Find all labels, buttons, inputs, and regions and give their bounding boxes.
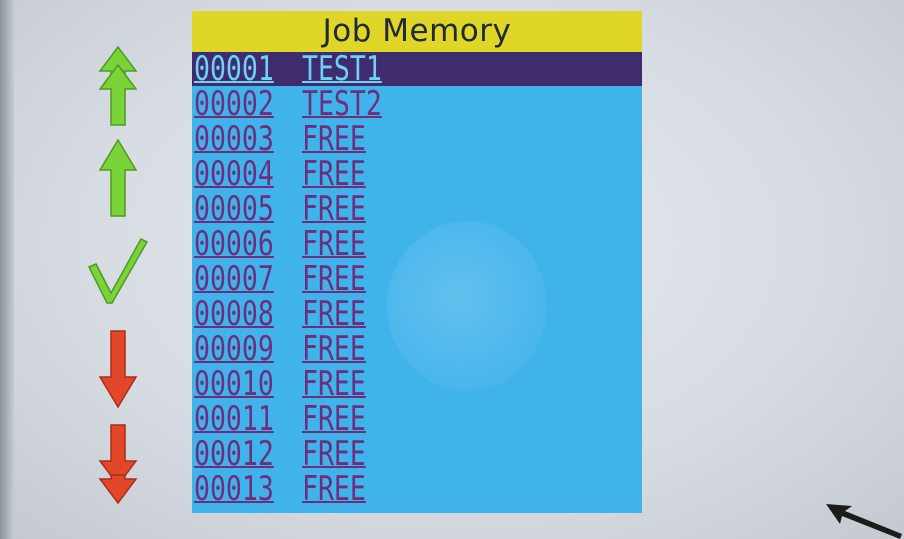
job-number: 00005 — [194, 189, 274, 229]
job-name: FREE — [302, 224, 366, 264]
job-list: 00001 TEST1 00002 TEST2 00003 FREE 00004 FREE 00… — [192, 52, 642, 506]
job-number: 00013 — [194, 469, 274, 509]
job-name: FREE — [302, 434, 366, 474]
job-number: 00002 — [194, 84, 274, 124]
job-number: 00001 — [194, 49, 274, 89]
page-up-button[interactable] — [80, 45, 156, 126]
job-memory-panel: Job Memory 00001 TEST1 00002 TEST2 00003 FREE… — [192, 11, 642, 513]
job-row[interactable]: 00013 FREE — [192, 471, 642, 506]
job-number: 00006 — [194, 224, 274, 264]
pointer-arrow-icon — [826, 504, 902, 539]
job-name: FREE — [302, 189, 366, 229]
job-name: FREE — [302, 119, 366, 159]
down-arrow-icon — [98, 330, 138, 409]
down-button[interactable] — [80, 330, 156, 409]
job-number: 00003 — [194, 119, 274, 159]
job-name: TEST2 — [302, 84, 382, 124]
job-row[interactable]: 00004 FREE — [192, 156, 642, 191]
page-down-button[interactable] — [80, 424, 156, 505]
job-name: FREE — [302, 399, 366, 439]
job-row[interactable]: 00012 FREE — [192, 436, 642, 471]
job-row[interactable]: 00011 FREE — [192, 401, 642, 436]
job-name: FREE — [302, 469, 366, 509]
job-row[interactable]: 00003 FREE — [192, 121, 642, 156]
job-row[interactable]: 00002 TEST2 — [192, 86, 642, 121]
double-down-arrow-icon — [98, 424, 138, 505]
job-row[interactable]: 00010 FREE — [192, 366, 642, 401]
job-number: 00008 — [194, 294, 274, 334]
job-number: 00012 — [194, 434, 274, 474]
job-row[interactable]: 00007 FREE — [192, 261, 642, 296]
job-number: 00010 — [194, 364, 274, 404]
job-number: 00011 — [194, 399, 274, 439]
job-number: 00004 — [194, 154, 274, 194]
job-name: FREE — [302, 259, 366, 299]
up-button[interactable] — [80, 138, 156, 217]
job-name: FREE — [302, 364, 366, 404]
job-number: 00007 — [194, 259, 274, 299]
job-name: TEST1 — [302, 49, 382, 89]
job-name: FREE — [302, 294, 366, 334]
title-bar: Job Memory — [192, 11, 642, 52]
job-name: FREE — [302, 329, 366, 369]
up-arrow-icon — [98, 138, 138, 217]
double-up-arrow-icon — [98, 45, 138, 126]
job-row[interactable]: 00008 FREE — [192, 296, 642, 331]
job-name: FREE — [302, 154, 366, 194]
page-title: Job Memory — [322, 13, 512, 49]
job-row[interactable]: 00001 TEST1 — [192, 52, 642, 86]
job-row[interactable]: 00005 FREE — [192, 191, 642, 226]
job-number: 00009 — [194, 329, 274, 369]
job-row[interactable]: 00006 FREE — [192, 226, 642, 261]
job-row[interactable]: 00009 FREE — [192, 331, 642, 366]
checkmark-icon — [87, 238, 149, 304]
select-button[interactable] — [80, 232, 156, 310]
screen-bezel-edge — [0, 0, 14, 539]
